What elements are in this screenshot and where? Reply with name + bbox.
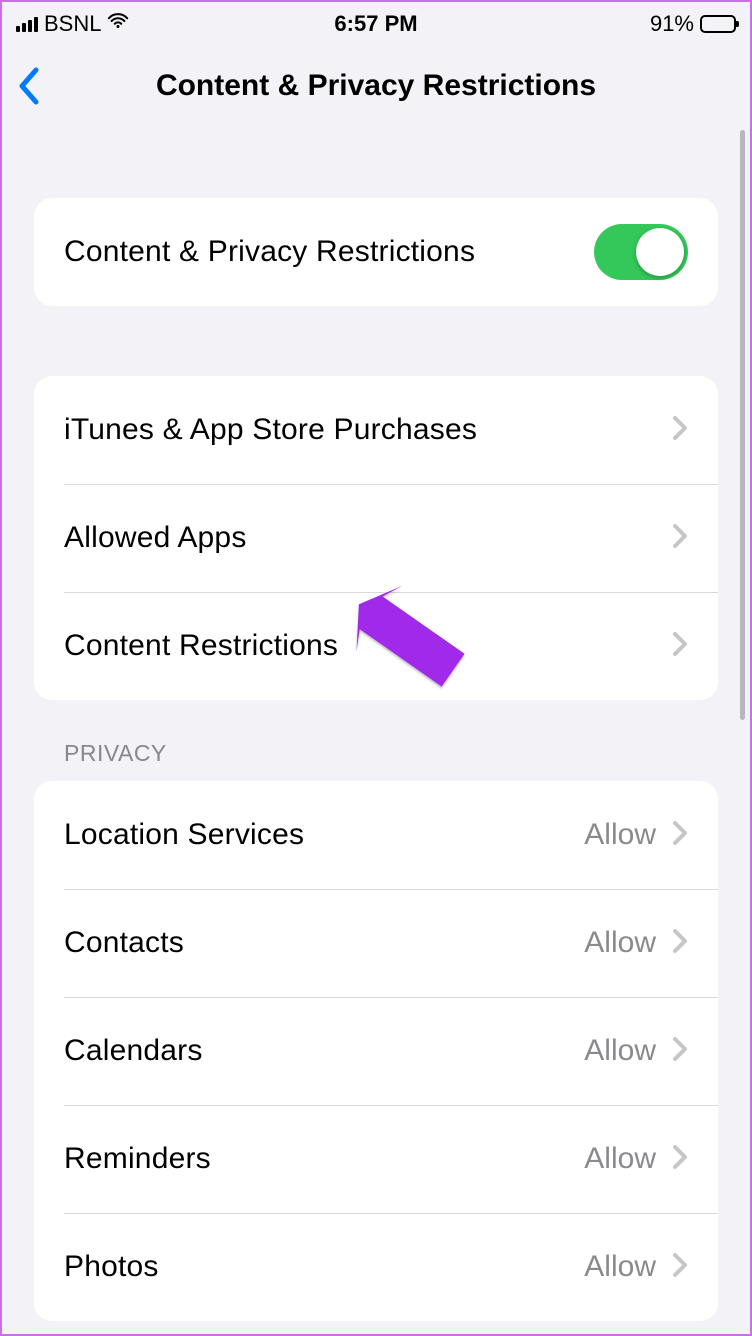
chevron-right-icon [672, 523, 688, 554]
content-privacy-toggle[interactable] [594, 224, 688, 280]
row-contacts[interactable]: Contacts Allow [34, 889, 718, 997]
row-value: Allow [584, 1142, 656, 1176]
carrier-label: BSNL [44, 11, 101, 37]
nav-bar: Content & Privacy Restrictions [2, 46, 750, 126]
row-label: Reminders [64, 1142, 211, 1176]
chevron-right-icon [672, 631, 688, 662]
row-label: Allowed Apps [64, 521, 247, 555]
back-button[interactable] [18, 66, 42, 106]
toggle-group: Content & Privacy Restrictions [34, 198, 718, 306]
status-left: BSNL [16, 10, 129, 38]
row-label: Calendars [64, 1034, 203, 1068]
wifi-icon [107, 10, 129, 38]
battery-icon [700, 15, 736, 33]
chevron-right-icon [672, 1252, 688, 1283]
row-value: Allow [584, 1250, 656, 1284]
chevron-right-icon [672, 415, 688, 446]
row-label: iTunes & App Store Purchases [64, 413, 477, 447]
scroll-indicator[interactable] [740, 130, 745, 720]
status-time: 6:57 PM [334, 11, 417, 37]
row-location-services[interactable]: Location Services Allow [34, 781, 718, 889]
toggle-label: Content & Privacy Restrictions [64, 235, 475, 269]
chevron-right-icon [672, 1144, 688, 1175]
row-reminders[interactable]: Reminders Allow [34, 1105, 718, 1213]
row-label: Photos [64, 1250, 159, 1284]
status-right: 91% [650, 11, 736, 37]
row-label: Content Restrictions [64, 629, 338, 663]
row-label: Contacts [64, 926, 184, 960]
row-itunes-appstore[interactable]: iTunes & App Store Purchases [34, 376, 718, 484]
row-value: Allow [584, 926, 656, 960]
row-allowed-apps[interactable]: Allowed Apps [34, 484, 718, 592]
row-photos[interactable]: Photos Allow [34, 1213, 718, 1321]
privacy-section-header: Privacy [34, 700, 718, 781]
row-content-restrictions[interactable]: Content Restrictions [34, 592, 718, 700]
row-value: Allow [584, 1034, 656, 1068]
chevron-right-icon [672, 1036, 688, 1067]
privacy-group: Location Services Allow Contacts Allow C… [34, 781, 718, 1321]
content-area: Content & Privacy Restrictions iTunes & … [2, 126, 750, 1321]
chevron-right-icon [672, 820, 688, 851]
row-value: Allow [584, 818, 656, 852]
page-title: Content & Privacy Restrictions [156, 69, 596, 103]
restrictions-group: iTunes & App Store Purchases Allowed App… [34, 376, 718, 700]
chevron-right-icon [672, 928, 688, 959]
battery-percent: 91% [650, 11, 694, 37]
content-privacy-toggle-row: Content & Privacy Restrictions [34, 198, 718, 306]
row-calendars[interactable]: Calendars Allow [34, 997, 718, 1105]
status-bar: BSNL 6:57 PM 91% [2, 2, 750, 46]
signal-icon [16, 16, 38, 32]
row-label: Location Services [64, 818, 304, 852]
